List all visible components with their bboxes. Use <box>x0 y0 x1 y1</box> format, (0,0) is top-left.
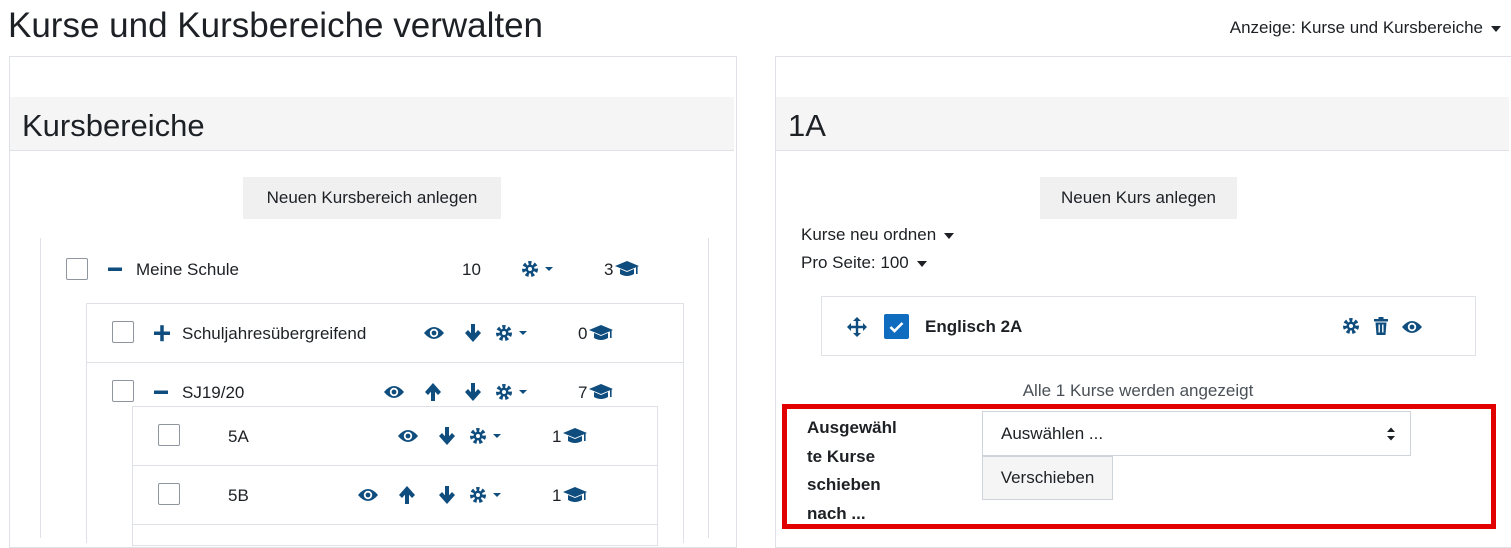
move-button[interactable]: Verschieben <box>982 456 1113 500</box>
gear-icon[interactable] <box>495 383 531 401</box>
move-arrows-icon[interactable] <box>846 316 868 338</box>
course-count: 1 <box>552 427 562 446</box>
category-row: 5A 1 <box>132 407 658 465</box>
courses-panel-header: 1A <box>776 97 1509 151</box>
move-label-line: Ausgewähl <box>807 418 897 437</box>
new-category-button[interactable]: Neuen Kursbereich anlegen <box>243 177 501 219</box>
category-name[interactable]: Schuljahresübergreifend <box>182 324 366 344</box>
course-count: 7 <box>578 383 588 402</box>
category-name[interactable]: SJ19/20 <box>182 383 244 403</box>
category-name[interactable]: 5A <box>228 427 249 447</box>
arrow-down-icon[interactable] <box>438 485 456 505</box>
sort-courses-dropdown[interactable]: Kurse neu ordnen <box>801 225 955 245</box>
category-checkbox[interactable] <box>66 258 88 280</box>
trash-icon[interactable] <box>1373 316 1389 336</box>
gear-icon[interactable] <box>469 427 505 445</box>
course-checkbox[interactable] <box>884 314 909 339</box>
graduation-cap-icon <box>588 324 614 342</box>
page-title: Kurse und Kursbereiche verwalten <box>8 6 544 45</box>
category-row: Schuljahresübergreifend 0 <box>86 304 684 362</box>
graduation-cap-icon <box>562 486 588 504</box>
course-count: 0 <box>578 324 588 343</box>
target-category-select[interactable]: Auswählen ... <box>982 411 1411 456</box>
graduation-cap-icon <box>588 383 614 401</box>
courses-panel-title: 1A <box>788 108 826 143</box>
target-category-value: Auswählen ... <box>1001 423 1104 443</box>
category-checkbox[interactable] <box>158 483 180 505</box>
subcategory-count: 10 <box>462 260 481 279</box>
collapse-minus-icon[interactable] <box>108 260 122 278</box>
graduation-cap-icon <box>614 260 640 278</box>
expand-plus-icon[interactable] <box>154 324 170 342</box>
categories-panel-header: Kursbereiche <box>10 97 734 151</box>
eye-icon[interactable] <box>397 428 419 444</box>
gear-icon[interactable] <box>521 260 557 278</box>
view-mode-label: Anzeige: Kurse und Kursbereiche <box>1229 18 1483 37</box>
category-name[interactable]: 5B <box>228 486 249 506</box>
caret-down-icon <box>944 232 955 239</box>
arrow-up-icon[interactable] <box>398 485 416 505</box>
arrow-down-icon[interactable] <box>464 382 482 402</box>
move-label-line: te Kurse <box>807 446 876 466</box>
move-label-line: schieben <box>807 475 881 494</box>
new-course-button[interactable]: Neuen Kurs anlegen <box>1040 177 1237 219</box>
arrow-up-icon[interactable] <box>424 382 442 402</box>
tree-divider <box>132 524 658 525</box>
gear-icon[interactable] <box>495 324 531 342</box>
listing-info: Alle 1 Kurse werden angezeigt <box>1022 381 1254 400</box>
move-courses-label: Ausgewähl te Kurse schieben nach ... <box>807 414 897 528</box>
eye-icon[interactable] <box>383 384 405 400</box>
category-row: SJ19/20 7 <box>86 363 684 407</box>
course-count: 1 <box>552 486 562 505</box>
category-checkbox[interactable] <box>112 380 134 402</box>
sort-courses-label: Kurse neu ordnen <box>801 225 937 244</box>
arrow-down-icon[interactable] <box>464 323 482 343</box>
arrow-down-icon[interactable] <box>438 426 456 446</box>
gear-icon[interactable] <box>469 486 505 504</box>
collapse-minus-icon[interactable] <box>154 383 168 401</box>
course-count: 3 <box>604 260 614 279</box>
caret-down-icon <box>916 260 927 267</box>
select-arrows-icon <box>1386 426 1396 442</box>
eye-icon[interactable] <box>357 487 379 503</box>
category-row: Meine Schule 10 3 <box>40 246 708 292</box>
tree-guide-line <box>708 238 709 538</box>
category-checkbox[interactable] <box>158 424 180 446</box>
graduation-cap-icon <box>562 427 588 445</box>
move-label-line: nach ... <box>807 503 866 523</box>
caret-down-icon <box>1491 25 1501 32</box>
eye-icon[interactable] <box>1401 319 1423 335</box>
category-name[interactable]: Meine Schule <box>136 260 239 280</box>
categories-panel-title: Kursbereiche <box>22 108 205 143</box>
category-row: 5B 1 <box>132 466 658 524</box>
per-page-label: Pro Seite: 100 <box>801 253 909 272</box>
course-list-item: Englisch 2A <box>821 296 1476 356</box>
category-checkbox[interactable] <box>112 321 134 343</box>
gear-icon[interactable] <box>1342 317 1360 335</box>
course-name[interactable]: Englisch 2A <box>925 317 1022 337</box>
view-mode-dropdown[interactable]: Anzeige: Kurse und Kursbereiche <box>1230 18 1501 38</box>
eye-icon[interactable] <box>423 325 445 341</box>
per-page-dropdown[interactable]: Pro Seite: 100 <box>801 253 927 273</box>
